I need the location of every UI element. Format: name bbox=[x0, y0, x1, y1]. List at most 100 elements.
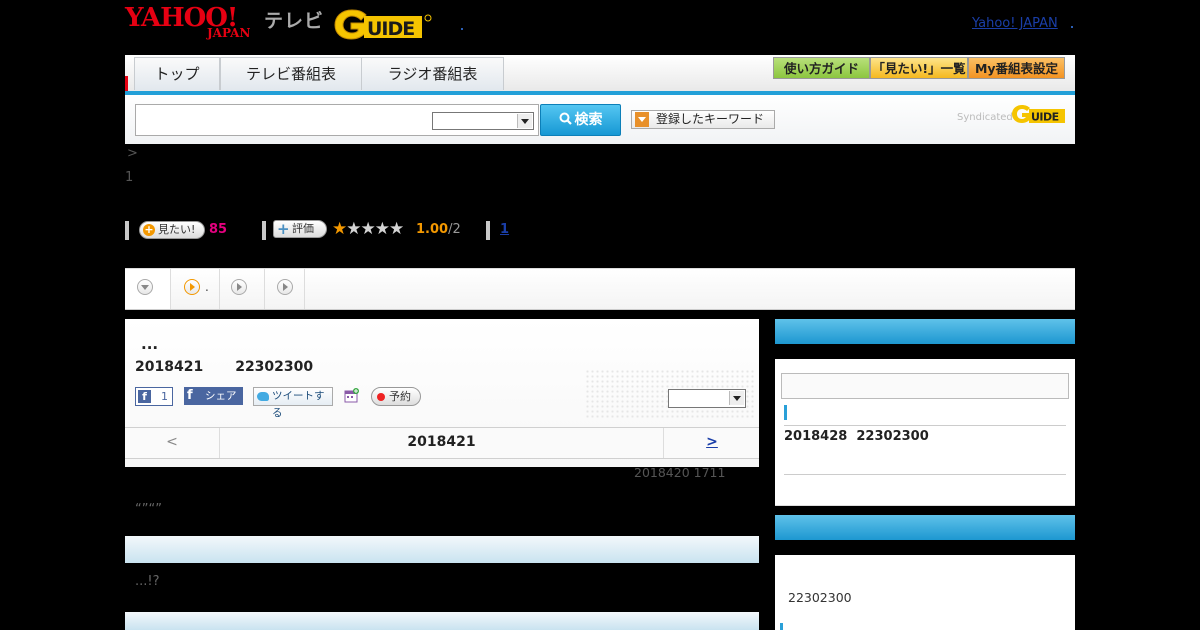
play-icon bbox=[277, 279, 293, 295]
air-date: 2018421 bbox=[135, 359, 204, 375]
date-navigation: < 2018421 > bbox=[125, 427, 759, 459]
next-air-date: 2018428 bbox=[784, 429, 848, 444]
share-label: シェア bbox=[205, 390, 237, 402]
twitter-bird-icon bbox=[257, 392, 269, 401]
my-guide-settings-button[interactable]: My番組表設定 bbox=[968, 57, 1065, 79]
next-date-link[interactable]: > bbox=[663, 428, 760, 458]
subtab-2-label: . bbox=[205, 280, 209, 294]
subtab-4[interactable] bbox=[265, 269, 305, 309]
program-select[interactable] bbox=[668, 389, 746, 408]
tv-label: テレビ bbox=[264, 10, 325, 32]
mitai-count: 85 bbox=[209, 222, 228, 237]
plus-icon: + bbox=[143, 223, 155, 236]
facebook-like-button[interactable]: f 1 bbox=[135, 387, 173, 406]
sidebar-band bbox=[775, 344, 1075, 359]
calendar-add-icon[interactable] bbox=[344, 388, 359, 403]
mitai-label: 見たい! bbox=[158, 223, 196, 236]
main-nav: トップ テレビ番組表 ラジオ番組表 使い方ガイド 「見たい!」一覧 My番組表設… bbox=[125, 55, 1075, 95]
facebook-share-button[interactable]: f シェア bbox=[184, 387, 243, 405]
subtab-detail[interactable] bbox=[125, 269, 171, 309]
sidebar-time: 22302300 bbox=[788, 590, 852, 605]
yahoo-japan-logo[interactable]: YAHOO! JAPAN bbox=[125, 4, 263, 42]
next-air-time: 22302300 bbox=[856, 429, 929, 444]
plus-icon: + bbox=[277, 220, 290, 238]
section-header bbox=[125, 536, 759, 563]
air-time: 22302300 bbox=[235, 359, 314, 375]
sidebar-marker bbox=[780, 623, 783, 630]
star-empty-icon: ★ bbox=[389, 219, 404, 239]
current-date: 2018421 bbox=[407, 434, 476, 450]
subtab-2[interactable]: . bbox=[171, 269, 220, 309]
divider bbox=[262, 221, 266, 240]
tweet-label: ツイートする bbox=[272, 390, 325, 419]
facebook-icon: f bbox=[138, 390, 151, 403]
tab-top[interactable]: トップ bbox=[134, 57, 220, 90]
divider bbox=[486, 221, 490, 240]
japan-logo-text: JAPAN bbox=[207, 26, 251, 40]
nav-red-mark bbox=[125, 76, 128, 91]
sidebar-divider bbox=[784, 474, 1066, 475]
sidebar-header bbox=[775, 515, 1075, 540]
play-icon bbox=[231, 279, 247, 295]
star-rating: ★★★★★ bbox=[332, 219, 404, 239]
sidebar-input[interactable] bbox=[781, 373, 1069, 399]
score: 1.00/2 bbox=[416, 222, 461, 237]
header-dot-2 bbox=[1071, 26, 1073, 28]
genre-select[interactable] bbox=[432, 112, 534, 130]
sidebar-box-2: 22302300 bbox=[775, 515, 1075, 630]
sub-tabs: . bbox=[125, 268, 1075, 310]
gguide-logo-icon: UIDE bbox=[334, 9, 432, 40]
score-denominator: /2 bbox=[448, 222, 461, 237]
rate-label: 評価 bbox=[292, 222, 314, 235]
tweet-button[interactable]: ツイートする bbox=[253, 387, 333, 419]
syndicated-label: Syndicated bbox=[957, 112, 1013, 123]
saved-keywords-button[interactable]: 登録したキーワード bbox=[631, 110, 775, 129]
divider bbox=[125, 221, 129, 240]
mitai-button[interactable]: + 見たい! bbox=[139, 221, 205, 239]
record-icon bbox=[377, 393, 385, 401]
star-empty-icon: ★ bbox=[360, 219, 376, 239]
chevron-down-icon bbox=[729, 391, 744, 405]
gguide-logo[interactable]: UIDE bbox=[334, 6, 434, 42]
usage-guide-button[interactable]: 使い方ガイド bbox=[773, 57, 870, 79]
dropdown-icon bbox=[635, 112, 649, 127]
tab-radio-guide[interactable]: ラジオ番組表 bbox=[361, 57, 504, 90]
search-bar: 検索 登録したキーワード Syndicated UIDE bbox=[125, 95, 1075, 144]
tab-tv-guide[interactable]: テレビ番組表 bbox=[220, 57, 362, 90]
search-button[interactable]: 検索 bbox=[540, 104, 621, 136]
star-empty-icon: ★ bbox=[346, 219, 361, 239]
sidebar-box-next-air: 2018428 22302300 bbox=[775, 319, 1075, 506]
score-value: 1.00 bbox=[416, 222, 449, 237]
updated-timestamp: 2018420 1711 bbox=[634, 465, 726, 480]
subtab-3[interactable] bbox=[220, 269, 265, 309]
gguide-small-logo-icon: UIDE bbox=[1012, 105, 1065, 124]
sidebar-divider bbox=[784, 425, 1066, 426]
search-button-label: 検索 bbox=[574, 112, 603, 128]
sidebar-marker bbox=[784, 405, 787, 420]
section-header bbox=[125, 612, 759, 630]
prev-date-button[interactable]: < bbox=[125, 428, 220, 458]
reserve-button[interactable]: 予約 bbox=[371, 387, 421, 406]
quote-text: “”“” bbox=[135, 502, 162, 517]
facebook-icon: f bbox=[187, 388, 193, 403]
search-icon bbox=[559, 112, 572, 125]
breadcrumb: > bbox=[127, 146, 138, 161]
mitai-list-button[interactable]: 「見たい!」一覧 bbox=[870, 57, 968, 79]
header-dot bbox=[461, 28, 463, 30]
excerpt-text: ...!? bbox=[135, 574, 160, 589]
air-info: 2018421 22302300 bbox=[135, 359, 313, 375]
facebook-count: 1 bbox=[161, 390, 168, 403]
sidebar-header bbox=[775, 319, 1075, 344]
svg-text:UIDE: UIDE bbox=[367, 18, 414, 40]
chevron-down-icon bbox=[517, 114, 532, 128]
yahoo-japan-link[interactable]: Yahoo! JAPAN bbox=[972, 16, 1058, 31]
rate-button[interactable]: + 評価 bbox=[273, 220, 327, 238]
star-filled-icon: ★ bbox=[332, 219, 347, 239]
review-count-link[interactable]: 1 bbox=[500, 222, 509, 237]
reserve-label: 予約 bbox=[389, 390, 411, 403]
next-air-info: 2018428 22302300 bbox=[784, 429, 929, 444]
episode-number: 1 bbox=[125, 170, 134, 185]
program-title: ... bbox=[141, 335, 159, 353]
svg-text:UIDE: UIDE bbox=[1031, 111, 1059, 124]
chevron-down-icon bbox=[137, 279, 153, 295]
